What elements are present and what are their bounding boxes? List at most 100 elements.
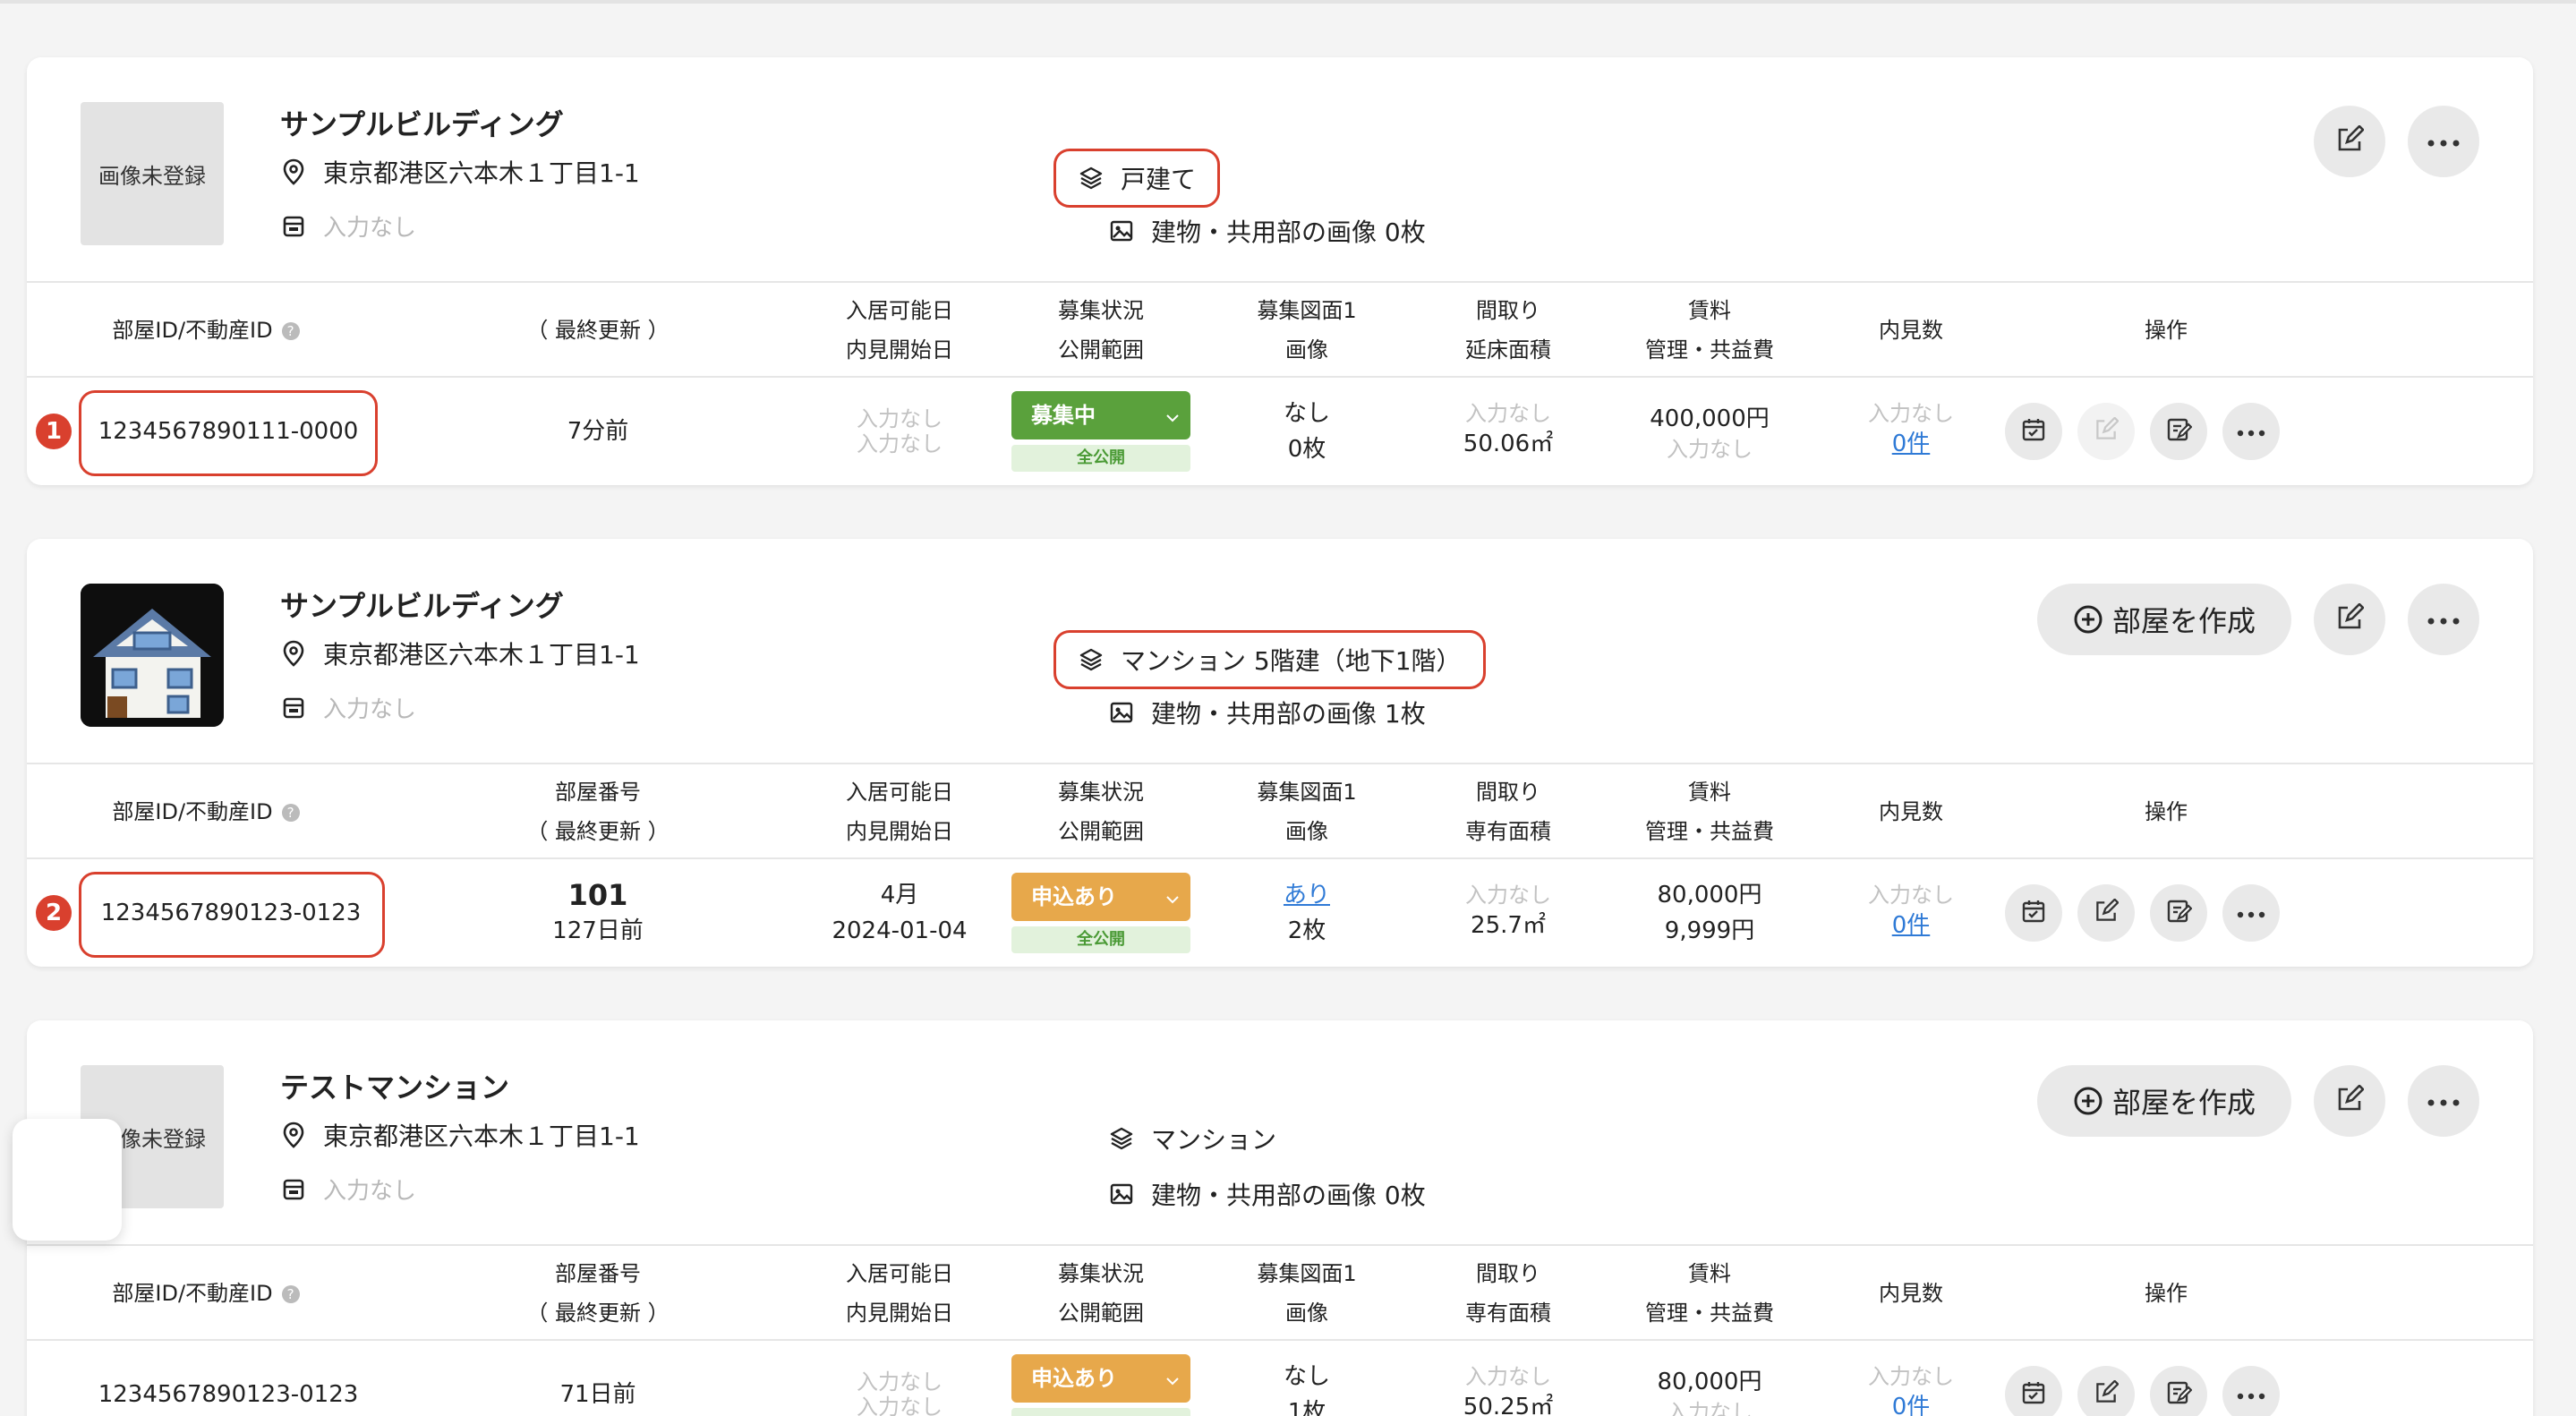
col-id: 部屋ID/不動産ID? (112, 764, 300, 859)
building-type: マンション 5階建（地下1階） (1121, 646, 1462, 676)
edit-building-button[interactable] (2314, 106, 2385, 177)
marker-badge: 2 (36, 895, 72, 931)
row-actions (2005, 1341, 2280, 1416)
col-ops: 操作 (2145, 1281, 2188, 1306)
room-dates: 入力なし 入力なし (857, 1369, 943, 1416)
chevron-down-icon (1165, 879, 1180, 915)
building-address: 東京都港区六本木１丁目1-1 (323, 1122, 640, 1151)
more-options-button[interactable] (2408, 584, 2479, 655)
room-views: 入力なし 0件 (1826, 378, 1996, 485)
edit-icon (2335, 602, 2365, 635)
col-floorplan: 募集図面1 画像 (1257, 298, 1357, 363)
col-room-updated: 部屋番号（ 最終更新 ） (526, 1261, 670, 1326)
building-images-count: 建物・共用部の画像 0枚 (1151, 218, 1426, 247)
image-icon (1108, 218, 1135, 244)
col-layout: 間取り 専有面積 (1465, 780, 1551, 844)
edit-room-button[interactable] (2077, 403, 2135, 460)
room-dates: 4月 2024-01-04 (832, 882, 968, 944)
building-images-row: 建物・共用部の画像 0枚 (1108, 1176, 1426, 1212)
room-id: 1234567890123-0123 (100, 900, 362, 926)
note-edit-icon (2165, 898, 2193, 928)
room-row[interactable]: 2 1234567890123-0123 101 127日前 4月 2024-01-… (27, 859, 2533, 967)
room-updated: 7分前 (567, 418, 629, 445)
building-header: サンプルビルディング 東京都港区六本木１丁目1-1 入力なし マンション 5階建… (27, 539, 2533, 764)
edit-building-button[interactable] (2314, 584, 2385, 655)
help-icon[interactable]: ? (281, 322, 300, 340)
row-more-button[interactable] (2222, 403, 2280, 460)
location-pin-icon (280, 640, 307, 667)
more-options-button[interactable] (2408, 1065, 2479, 1137)
building-station-row: 入力なし (280, 209, 416, 243)
create-room-button[interactable]: 部屋を作成 (2037, 584, 2292, 655)
edit-icon (2335, 1084, 2365, 1117)
layers-icon (1108, 1125, 1135, 1152)
status-select[interactable]: 募集中 (1011, 391, 1190, 439)
room-layout: 入力なし 50.25㎡ (1463, 1364, 1554, 1416)
chevron-down-icon (1165, 1361, 1180, 1396)
col-ops: 操作 (2145, 799, 2188, 824)
storefront-icon (280, 695, 307, 721)
edit-room-button[interactable] (2077, 1366, 2135, 1416)
room-row[interactable]: 1234567890123-0123 71日前 入力なし 入力なし 申込あり なし… (27, 1341, 2533, 1416)
more-options-button[interactable] (2408, 106, 2479, 177)
col-dates: 入居可能日 内見開始日 (846, 298, 953, 363)
location-pin-icon (280, 158, 307, 185)
building-name: サンプルビルディング (280, 589, 564, 623)
col-floorplan: 募集図面1 画像 (1257, 780, 1357, 844)
note-edit-icon (2165, 416, 2193, 447)
top-divider (0, 0, 2576, 4)
schedule-button[interactable] (2005, 884, 2062, 942)
edit-room-button[interactable] (2077, 884, 2135, 942)
building-name: サンプルビルディング (280, 107, 564, 141)
room-floorplan: あり 2枚 (1217, 859, 1396, 967)
floating-panel[interactable] (13, 1119, 122, 1241)
col-layout: 間取り 延床面積 (1465, 298, 1551, 363)
room-row[interactable]: 1 1234567890111-0000 7分前 入力なし 入力なし 募集中 全公… (27, 378, 2533, 485)
col-floorplan: 募集図面1 画像 (1257, 1261, 1357, 1326)
more-horizontal-icon (2427, 133, 2460, 150)
status-select[interactable]: 申込あり (1011, 873, 1190, 921)
building-address: 東京都港区六本木１丁目1-1 (323, 640, 640, 670)
building-images-row: 建物・共用部の画像 1枚 (1108, 695, 1426, 730)
room-layout: 入力なし 25.7㎡ (1465, 883, 1551, 939)
building-station-row: 入力なし (280, 1173, 416, 1206)
views-count-link[interactable]: 0件 (1892, 426, 1931, 462)
help-icon[interactable]: ? (281, 804, 300, 822)
note-edit-button[interactable] (2150, 403, 2207, 460)
views-count-link[interactable]: 0件 (1892, 908, 1931, 943)
views-count-link[interactable]: 0件 (1892, 1389, 1931, 1416)
building-type-highlight: 戸建て (1053, 149, 1221, 208)
col-status: 募集状況 公開範囲 (1058, 1261, 1144, 1326)
note-edit-button[interactable] (2150, 884, 2207, 942)
schedule-button[interactable] (2005, 1366, 2062, 1416)
col-dates: 入居可能日 内見開始日 (846, 1261, 953, 1326)
building-address-row: 東京都港区六本木１丁目1-1 (280, 1117, 640, 1153)
image-icon (1108, 1181, 1135, 1207)
col-updated: （ 最終更新 ） (526, 318, 670, 343)
building-type-highlight: マンション 5階建（地下1階） (1053, 630, 1486, 689)
room-status: 募集中 全公開 (1011, 378, 1190, 485)
building-type: 戸建て (1121, 165, 1197, 194)
col-views: 内見数 (1879, 1281, 1943, 1306)
col-status: 募集状況 公開範囲 (1058, 780, 1144, 844)
help-icon[interactable]: ? (281, 1285, 300, 1303)
rooms-table-header: 部屋ID/不動産ID? （ 最終更新 ） 入居可能日 内見開始日 募集状況 公開範囲… (27, 283, 2533, 378)
marker-badge: 1 (36, 414, 72, 449)
image-icon (1108, 699, 1135, 726)
note-edit-button[interactable] (2150, 1366, 2207, 1416)
floorplan-link[interactable]: あり (1284, 877, 1330, 913)
create-room-button[interactable]: 部屋を作成 (2037, 1065, 2292, 1137)
more-horizontal-icon (2237, 423, 2265, 440)
row-actions (2005, 859, 2280, 967)
row-more-button[interactable] (2222, 884, 2280, 942)
edit-building-button[interactable] (2314, 1065, 2385, 1137)
rooms-table-header: 部屋ID/不動産ID? 部屋番号（ 最終更新 ） 入居可能日 内見開始日 募集状況… (27, 1246, 2533, 1341)
calendar-check-icon (2020, 1379, 2047, 1410)
storefront-icon (280, 213, 307, 240)
building-header: 画像未登録 サンプルビルディング 東京都港区六本木１丁目1-1 入力なし 戸建て… (27, 57, 2533, 283)
row-more-button[interactable] (2222, 1366, 2280, 1416)
schedule-button[interactable] (2005, 403, 2062, 460)
room-number-updated: 101 127日前 (552, 878, 644, 944)
status-select[interactable]: 申込あり (1011, 1354, 1190, 1403)
col-room-updated: 部屋番号（ 最終更新 ） (526, 780, 670, 844)
